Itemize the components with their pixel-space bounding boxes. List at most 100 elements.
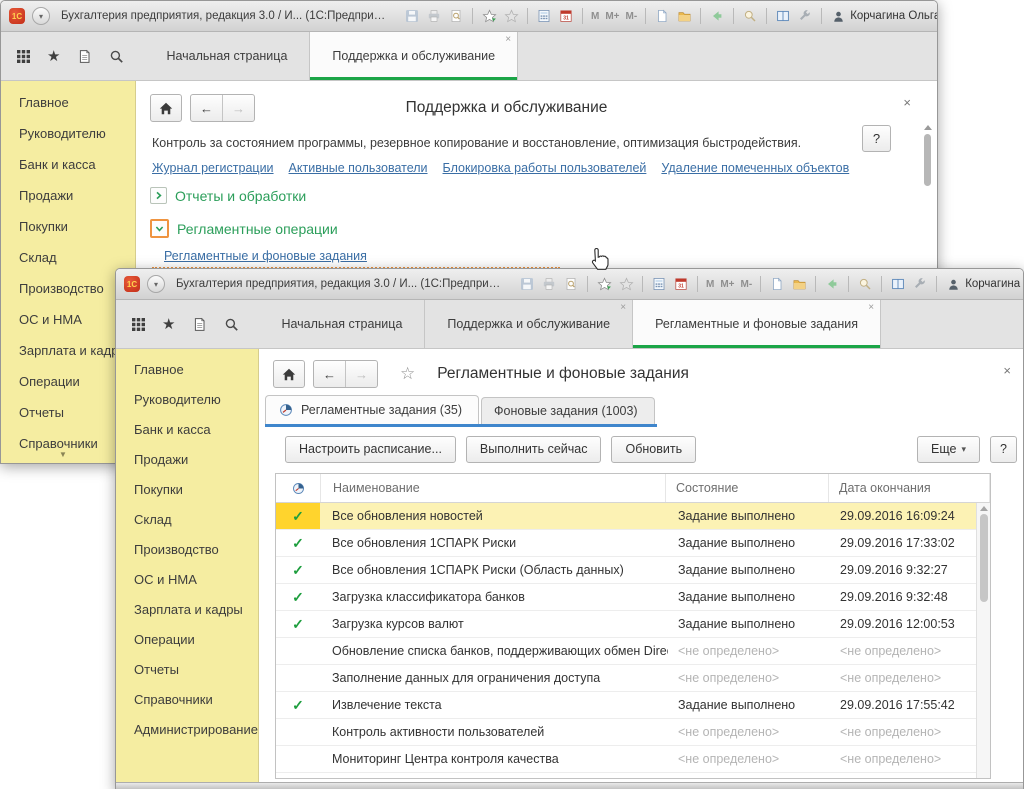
- table-row[interactable]: ✓ Загрузка курсов валют Задание выполнен…: [276, 611, 990, 638]
- sidebar-item[interactable]: Продажи: [116, 445, 258, 475]
- main-menu-icon[interactable]: [130, 316, 146, 332]
- date-column-header[interactable]: Дата окончания: [829, 474, 990, 502]
- close-tab-icon[interactable]: ×: [620, 303, 626, 313]
- table-row[interactable]: ✓ Все обновления новостей Задание выполн…: [276, 503, 990, 530]
- link-active-users[interactable]: Активные пользователи: [289, 161, 428, 175]
- current-user[interactable]: Корчагина Ольга: [945, 276, 1024, 292]
- memory-recall-button[interactable]: М: [591, 11, 599, 22]
- table-row[interactable]: ✓ Загрузка классификатора банков Задание…: [276, 584, 990, 611]
- history-back-icon[interactable]: [824, 276, 840, 292]
- add-favorite-icon[interactable]: [481, 8, 497, 24]
- sidebar-item[interactable]: Зарплата и кадры: [116, 595, 258, 625]
- sidebar-item[interactable]: Администрирование: [116, 715, 258, 745]
- app-logo-icon[interactable]: 1С: [9, 8, 25, 24]
- history-back-icon[interactable]: [709, 8, 725, 24]
- current-user[interactable]: Корчагина Ольга: [830, 8, 938, 24]
- configure-schedule-button[interactable]: Настроить расписание...: [285, 436, 456, 463]
- search-all-icon[interactable]: [742, 8, 758, 24]
- sidebar-item[interactable]: Покупки: [116, 475, 258, 505]
- add-favorite-icon[interactable]: [596, 276, 612, 292]
- service-wrench-icon[interactable]: [912, 276, 928, 292]
- scroll-thumb[interactable]: [980, 514, 988, 602]
- print-icon[interactable]: [426, 8, 442, 24]
- favorites-menu-icon[interactable]: ★: [47, 49, 60, 64]
- help-button[interactable]: ?: [862, 125, 891, 152]
- sidebar-item[interactable]: Главное: [1, 87, 135, 118]
- sidebar-item[interactable]: Отчеты: [116, 655, 258, 685]
- tab-home[interactable]: Начальная страница: [259, 300, 425, 348]
- table-row[interactable]: ✓ Извлечение текста Задание выполнено 29…: [276, 692, 990, 719]
- help-button[interactable]: ?: [990, 436, 1017, 463]
- table-row[interactable]: ✓ Все обновления 1СПАРК Риски (Область д…: [276, 557, 990, 584]
- history-icon[interactable]: [191, 316, 207, 332]
- scroll-up-icon[interactable]: [980, 506, 988, 511]
- tab-support[interactable]: Поддержка и обслуживание ×: [310, 32, 518, 80]
- tab-scheduled-jobs[interactable]: Регламентные и фоновые задания ×: [633, 300, 881, 348]
- search-all-icon[interactable]: [857, 276, 873, 292]
- sidebar-item[interactable]: Банк и касса: [116, 415, 258, 445]
- preview-icon[interactable]: [563, 276, 579, 292]
- sidebar-more-icon[interactable]: ▼: [59, 450, 67, 459]
- sidebar-item[interactable]: Руководителю: [116, 385, 258, 415]
- sidebar-item[interactable]: Производство: [116, 535, 258, 565]
- view-tab-background[interactable]: Фоновые задания (1003): [481, 397, 655, 424]
- service-wrench-icon[interactable]: [797, 8, 813, 24]
- section-reports[interactable]: Отчеты и обработки: [150, 187, 306, 204]
- section-scheduled-ops[interactable]: Регламентные операции: [150, 219, 338, 238]
- chevron-right-icon[interactable]: [150, 187, 167, 204]
- preview-icon[interactable]: [448, 8, 464, 24]
- memory-plus-button[interactable]: М+: [720, 279, 734, 290]
- system-menu-button[interactable]: ▾: [32, 7, 50, 25]
- memory-minus-button[interactable]: М-: [741, 279, 753, 290]
- table-row[interactable]: Наличие новых эд в сервисе ЭДО <не опред…: [276, 773, 990, 779]
- open-folder-icon[interactable]: [791, 276, 807, 292]
- view-tab-scheduled[interactable]: Регламентные задания (35): [265, 395, 479, 424]
- tab-support[interactable]: Поддержка и обслуживание ×: [425, 300, 633, 348]
- table-row[interactable]: Заполнение данных для ограничения доступ…: [276, 665, 990, 692]
- new-document-icon[interactable]: [769, 276, 785, 292]
- sidebar-item[interactable]: Склад: [1, 242, 135, 273]
- system-menu-button[interactable]: ▾: [147, 275, 165, 293]
- favorite-star-icon[interactable]: ☆: [400, 364, 415, 384]
- table-scrollbar[interactable]: [976, 503, 990, 778]
- section-label[interactable]: Отчеты и обработки: [175, 188, 306, 204]
- new-document-icon[interactable]: [654, 8, 670, 24]
- memory-plus-button[interactable]: М+: [605, 11, 619, 22]
- back-button[interactable]: ←: [314, 361, 346, 387]
- name-column-header[interactable]: Наименование: [321, 474, 666, 502]
- close-page-icon[interactable]: ×: [1003, 363, 1011, 378]
- sidebar-item[interactable]: Справочники: [116, 685, 258, 715]
- close-tab-icon[interactable]: ×: [868, 303, 874, 313]
- sidebar-item[interactable]: Покупки: [1, 211, 135, 242]
- calculator-icon[interactable]: [651, 276, 667, 292]
- split-view-icon[interactable]: [890, 276, 906, 292]
- status-column-header[interactable]: [276, 474, 321, 502]
- sidebar-item[interactable]: Руководителю: [1, 118, 135, 149]
- scroll-up-icon[interactable]: [924, 125, 932, 130]
- calculator-icon[interactable]: [536, 8, 552, 24]
- link-event-log[interactable]: Журнал регистрации: [152, 161, 274, 175]
- favorites-menu-icon[interactable]: ★: [162, 317, 175, 332]
- favorites-icon[interactable]: [618, 276, 634, 292]
- link-user-lock[interactable]: Блокировка работы пользователей: [443, 161, 647, 175]
- table-row[interactable]: Контроль активности пользователей <не оп…: [276, 719, 990, 746]
- history-icon[interactable]: [76, 48, 92, 64]
- link-scheduled-jobs[interactable]: Регламентные и фоновые задания: [164, 249, 367, 263]
- section-label[interactable]: Регламентные операции: [177, 221, 338, 237]
- sidebar-item[interactable]: Склад: [116, 505, 258, 535]
- memory-recall-button[interactable]: М: [706, 279, 714, 290]
- save-icon[interactable]: [404, 8, 420, 24]
- favorites-icon[interactable]: [503, 8, 519, 24]
- split-view-icon[interactable]: [775, 8, 791, 24]
- table-row[interactable]: Обновление списка банков, поддерживающих…: [276, 638, 990, 665]
- sidebar-item[interactable]: Продажи: [1, 180, 135, 211]
- calendar-icon[interactable]: 31: [673, 276, 689, 292]
- save-icon[interactable]: [519, 276, 535, 292]
- forward-button[interactable]: →: [346, 361, 377, 387]
- sidebar-item[interactable]: ОС и НМА: [116, 565, 258, 595]
- scroll-thumb[interactable]: [924, 134, 931, 186]
- home-button[interactable]: [273, 360, 305, 388]
- memory-minus-button[interactable]: М-: [626, 11, 638, 22]
- print-icon[interactable]: [541, 276, 557, 292]
- sidebar-item[interactable]: Банк и касса: [1, 149, 135, 180]
